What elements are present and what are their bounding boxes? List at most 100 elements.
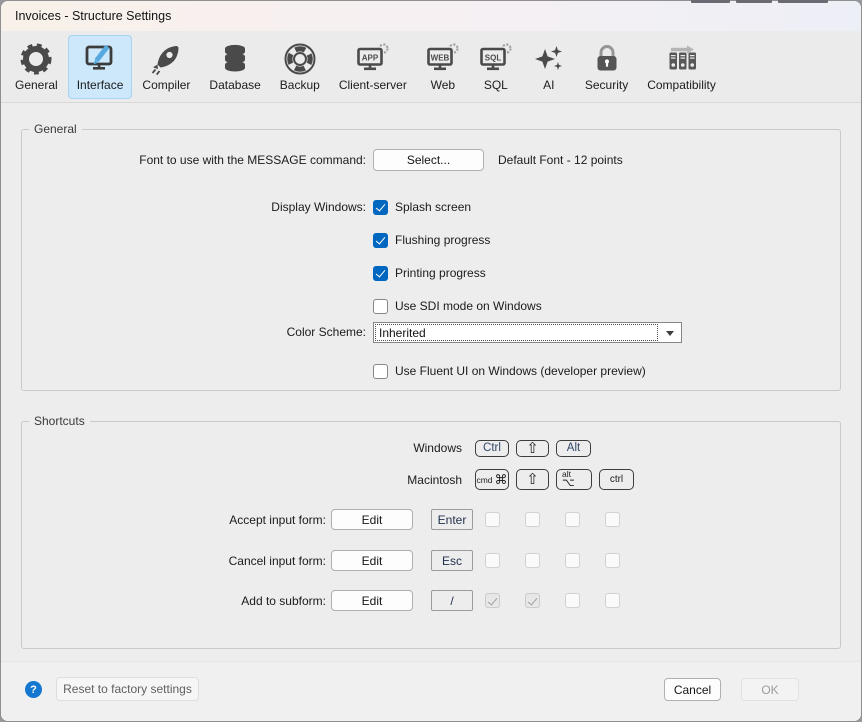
svg-text:APP: APP [362,53,379,62]
accept-input-form-label: Accept input form: [22,513,326,527]
font-select-button[interactable]: Select... [373,149,484,171]
tab-sql[interactable]: SQL SQL [470,35,522,99]
title-bar: Invoices - Structure Settings [1,1,861,31]
add-to-subform-row: Add to subform: Edit / [22,590,620,611]
cancel-key-display: Esc [431,550,473,571]
accept-input-form-row: Accept input form: Edit Enter [22,509,620,530]
alt-key: Alt [556,440,591,457]
settings-toolbar: General Interface [1,31,861,103]
printing-progress-option: Printing progress [373,265,542,281]
tab-label: Compatibility [647,78,716,92]
cancel-edit-button[interactable]: Edit [331,550,413,571]
accept-key-display: Enter [431,509,473,530]
structure-settings-dialog: Invoices - Structure Settings General [0,0,862,722]
mac-modifiers-row: Macintosh cmd ⌘ ⇧ alt ⌥ ctrl [22,466,634,493]
fluent-ui-checkbox[interactable] [373,364,388,379]
svg-text:SQL: SQL [485,53,502,62]
modifier-checkbox [565,512,580,527]
checkbox-label: Use Fluent UI on Windows (developer prev… [395,364,646,378]
modifier-checkbox [565,553,580,568]
modifier-checkbox [485,553,500,568]
help-icon[interactable]: ? [25,681,42,698]
windows-modifier-keys: Ctrl ⇧ Alt [475,440,591,457]
tab-client-server[interactable]: APP Client-server [330,35,416,99]
general-group-label: General [29,122,82,136]
tab-label: Security [585,78,628,92]
flushing-progress-checkbox[interactable] [373,233,388,248]
shift-key: ⇧ [516,440,549,457]
add-to-subform-label: Add to subform: [22,594,326,608]
shift-glyph: ⇧ [526,441,539,456]
shortcuts-group: Shortcuts Windows Ctrl ⇧ Alt Macintosh c… [21,421,841,649]
tab-label: Backup [280,78,320,92]
subform-edit-button[interactable]: Edit [331,590,413,611]
ok-button[interactable]: OK [741,678,799,701]
tab-database[interactable]: Database [200,35,269,99]
reset-factory-button[interactable]: Reset to factory settings [56,677,199,701]
tab-label: General [15,78,58,92]
checkbox-label: Splash screen [395,200,471,214]
accept-edit-button[interactable]: Edit [331,509,413,530]
tab-label: Client-server [339,78,407,92]
windows-modifiers-row: Windows Ctrl ⇧ Alt [22,436,591,460]
monitor-pencil-icon [83,42,117,76]
sdi-mode-option: Use SDI mode on Windows [373,298,542,314]
message-font-row: Font to use with the MESSAGE command: Se… [22,149,830,171]
tab-compiler[interactable]: Compiler [133,35,199,99]
svg-text:WEB: WEB [431,53,450,62]
color-scheme-dropdown[interactable]: Inherited [373,322,682,343]
checkbox-label: Use SDI mode on Windows [395,299,542,313]
rocket-icon [149,42,183,76]
cmd-glyph: ⌘ [495,473,508,486]
modifier-checkbox [485,593,500,608]
macintosh-label: Macintosh [22,473,462,487]
color-scheme-label: Color Scheme: [22,325,366,339]
tab-label: Interface [77,78,124,92]
tab-label: Web [431,78,455,92]
modifier-checkbox [525,512,540,527]
app-server-icon: APP [356,42,390,76]
splash-screen-checkbox[interactable] [373,200,388,215]
message-font-label: Font to use with the MESSAGE command: [22,153,366,167]
cancel-button[interactable]: Cancel [664,678,721,701]
cancel-modifier-checkboxes [485,553,620,568]
tab-web[interactable]: WEB Web [417,35,469,99]
cancel-input-form-row: Cancel input form: Edit Esc [22,550,620,571]
tab-general[interactable]: General [6,35,67,99]
tab-security[interactable]: Security [576,35,637,99]
tab-ai[interactable]: AI [523,35,575,99]
display-windows-label: Display Windows: [22,200,366,214]
background-window-sliver [691,0,730,3]
option-glyph: ⌥ [562,478,575,489]
sql-server-icon: SQL [479,42,513,76]
window-title: Invoices - Structure Settings [1,1,861,32]
printing-progress-checkbox[interactable] [373,266,388,281]
modifier-checkbox [525,593,540,608]
shift-key: ⇧ [516,469,549,491]
mac-ctrl-key: ctrl [599,469,634,491]
subform-modifier-checkboxes [485,593,620,608]
tab-label: AI [543,78,554,92]
background-window-sliver [736,0,772,3]
footer-bar: ? Reset to factory settings Cancel OK [1,661,861,721]
tab-label: Compiler [142,78,190,92]
web-server-icon: WEB [426,42,460,76]
tab-backup[interactable]: Backup [271,35,329,99]
tab-interface[interactable]: Interface [68,35,133,99]
modifier-checkbox [605,512,620,527]
database-icon [218,42,252,76]
tab-compatibility[interactable]: Compatibility [638,35,725,99]
sdi-mode-checkbox[interactable] [373,299,388,314]
checkbox-label: Printing progress [395,266,486,280]
splash-screen-option: Splash screen [373,199,542,215]
chevron-down-icon[interactable] [661,323,678,342]
font-current-value: Default Font - 12 points [498,153,623,167]
binders-arrow-icon [665,42,699,76]
modifier-checkbox [525,553,540,568]
fluent-ui-option: Use Fluent UI on Windows (developer prev… [373,363,646,379]
accept-modifier-checkboxes [485,512,620,527]
shift-glyph: ⇧ [526,472,539,487]
tab-label: Database [209,78,260,92]
display-windows-options: Splash screen Flushing progress Printing… [373,199,542,314]
modifier-checkbox [565,593,580,608]
